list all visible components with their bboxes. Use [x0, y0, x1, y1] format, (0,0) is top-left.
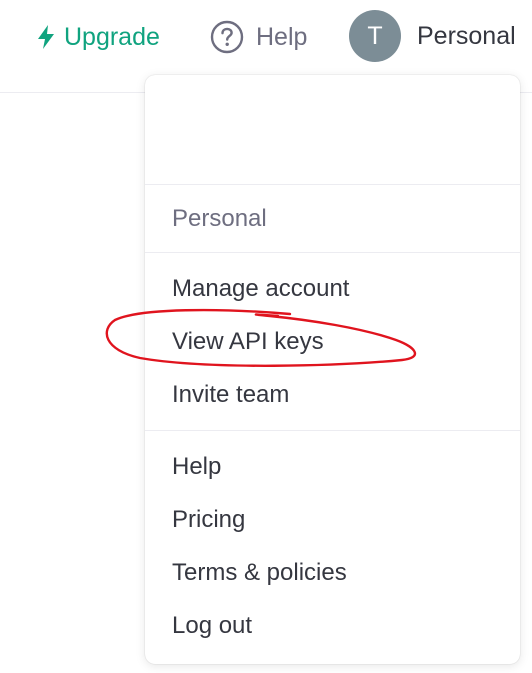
- upgrade-label: Upgrade: [64, 22, 160, 51]
- account-menu-button[interactable]: T Personal: [349, 10, 516, 62]
- menu-item-invite-team[interactable]: Invite team: [145, 368, 520, 421]
- menu-item-manage-account[interactable]: Manage account: [145, 262, 520, 315]
- menu-group-general: Help Pricing Terms & policies Log out: [145, 431, 520, 661]
- lightning-bolt-icon: [36, 24, 56, 50]
- upgrade-button[interactable]: Upgrade: [36, 18, 160, 56]
- help-button[interactable]: Help: [210, 18, 307, 56]
- menu-item-terms-policies[interactable]: Terms & policies: [145, 546, 520, 599]
- menu-item-log-out[interactable]: Log out: [145, 599, 520, 652]
- account-dropdown-menu: Personal Manage account View API keys In…: [145, 75, 520, 664]
- menu-item-view-api-keys[interactable]: View API keys: [145, 315, 520, 368]
- menu-group-account: Manage account View API keys Invite team: [145, 253, 520, 431]
- menu-section-personal: Personal: [145, 185, 520, 253]
- menu-item-pricing[interactable]: Pricing: [145, 493, 520, 546]
- avatar: T: [349, 10, 401, 62]
- account-name: Personal: [417, 21, 516, 50]
- menu-header: [145, 75, 520, 185]
- help-label: Help: [256, 22, 308, 51]
- menu-item-help[interactable]: Help: [145, 440, 520, 493]
- page: Upgrade Help T Personal Personal Manage …: [0, 0, 532, 673]
- question-circle-icon: [210, 20, 244, 54]
